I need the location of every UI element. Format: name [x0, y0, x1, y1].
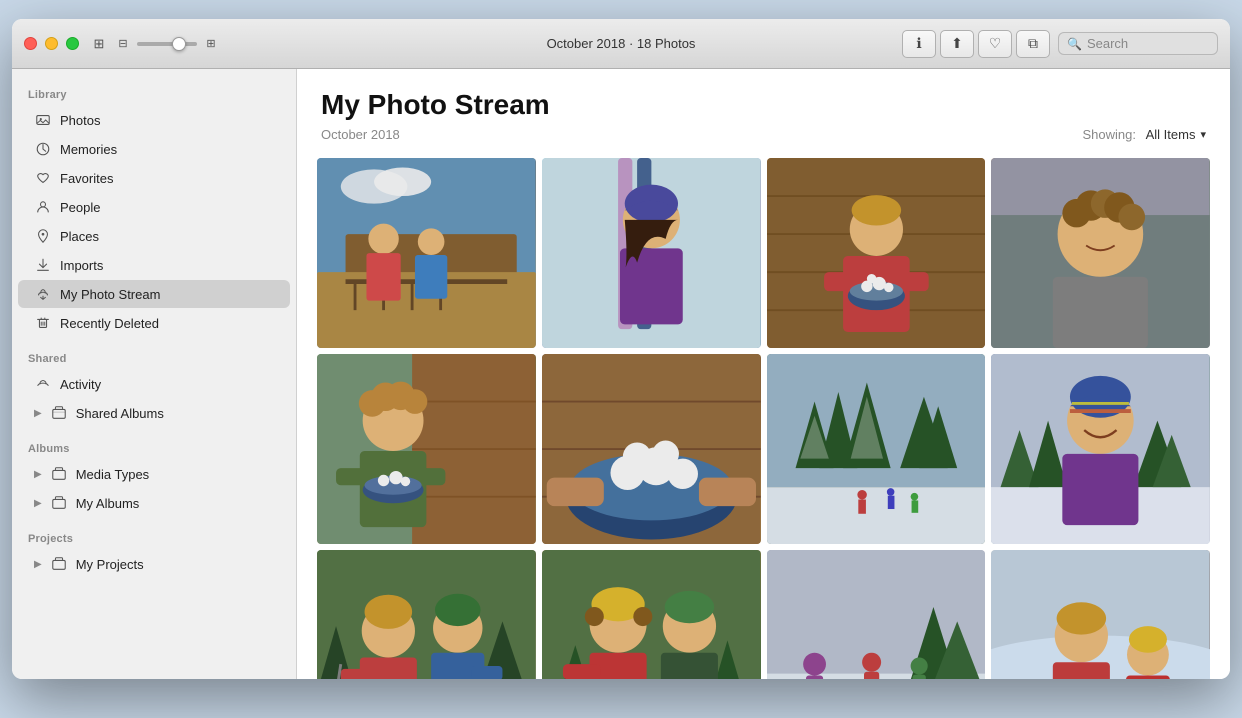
shared-albums-chevron: ▶ [34, 408, 42, 419]
favorites-icon [34, 169, 52, 187]
sidebar: Library Photos Memories Favorites [12, 69, 297, 679]
shared-albums-icon [50, 404, 68, 422]
sidebar-item-recently-deleted[interactable]: Recently Deleted [18, 309, 290, 337]
trash-icon [34, 314, 52, 332]
search-bar[interactable]: 🔍 Search [1058, 32, 1218, 55]
projects-section-label: Projects [12, 525, 296, 549]
my-albums-chevron: ▶ [34, 498, 42, 509]
memories-icon [34, 140, 52, 158]
photo-stream-icon [34, 285, 52, 303]
showing-control[interactable]: Showing: All Items ▾ [1083, 127, 1206, 142]
titlebar: ⊞ ⊟ ⊞ October 2018 · 18 Photos ℹ ⬆ ♡ ⧉ [12, 19, 1230, 69]
slideshow-icon: ⧉ [1028, 35, 1038, 52]
photo-1[interactable] [317, 158, 536, 348]
activity-icon [34, 375, 52, 393]
imports-icon [34, 256, 52, 274]
my-projects-chevron: ▶ [34, 559, 42, 570]
albums-section-label: Albums [12, 435, 296, 459]
sidebar-item-memories[interactable]: Memories [18, 135, 290, 163]
places-icon [34, 227, 52, 245]
minimize-button[interactable] [45, 37, 58, 50]
search-icon: 🔍 [1067, 37, 1082, 51]
main-header: My Photo Stream October 2018 Showing: Al… [297, 69, 1230, 154]
media-types-label: Media Types [76, 467, 274, 482]
date-subtitle: October 2018 [321, 127, 400, 142]
photo-3[interactable] [767, 158, 986, 348]
photo-11[interactable] [767, 550, 986, 679]
photos-icon [34, 111, 52, 129]
media-types-icon [50, 465, 68, 483]
slideshow-button[interactable]: ⧉ [1016, 30, 1050, 58]
activity-label: Activity [60, 377, 274, 392]
people-label: People [60, 200, 274, 215]
page-title: My Photo Stream [321, 89, 1206, 121]
sidebar-item-my-photo-stream[interactable]: My Photo Stream [18, 280, 290, 308]
photos-label: Photos [60, 113, 274, 128]
window-title: October 2018 · 18 Photos [547, 36, 696, 51]
info-button[interactable]: ℹ [902, 30, 936, 58]
sidebar-item-people[interactable]: People [18, 193, 290, 221]
sidebar-item-media-types[interactable]: ▶ Media Types [18, 460, 290, 488]
main-panel: My Photo Stream October 2018 Showing: Al… [297, 69, 1230, 679]
imports-label: Imports [60, 258, 274, 273]
sidebar-item-imports[interactable]: Imports [18, 251, 290, 279]
favorite-button[interactable]: ♡ [978, 30, 1012, 58]
memories-label: Memories [60, 142, 274, 157]
photo-6[interactable] [542, 354, 761, 544]
showing-label: Showing: [1083, 127, 1136, 142]
zoom-out-icon[interactable]: ⊟ [113, 34, 133, 54]
showing-chevron-icon: ▾ [1200, 128, 1206, 141]
photo-2[interactable] [542, 158, 761, 348]
app-window: ⊞ ⊟ ⊞ October 2018 · 18 Photos ℹ ⬆ ♡ ⧉ [12, 19, 1230, 679]
fullscreen-button[interactable] [66, 37, 79, 50]
content-area: Library Photos Memories Favorites [12, 69, 1230, 679]
showing-spacer [1139, 127, 1143, 142]
sidebar-item-photos[interactable]: Photos [18, 106, 290, 134]
sidebar-item-favorites[interactable]: Favorites [18, 164, 290, 192]
photo-5[interactable] [317, 354, 536, 544]
recently-deleted-label: Recently Deleted [60, 316, 274, 331]
people-icon [34, 198, 52, 216]
library-section-label: Library [12, 81, 296, 105]
photo-grid [297, 154, 1230, 679]
sidebar-toggle-icon[interactable]: ⊞ [89, 34, 109, 54]
close-button[interactable] [24, 37, 37, 50]
photo-9[interactable] [317, 550, 536, 679]
sidebar-item-my-projects[interactable]: ▶ My Projects [18, 550, 290, 578]
photo-8[interactable] [991, 354, 1210, 544]
sidebar-toggle-controls: ⊞ [89, 34, 109, 54]
share-icon: ⬆ [951, 35, 963, 52]
favorites-label: Favorites [60, 171, 274, 186]
my-albums-label: My Albums [76, 496, 274, 511]
info-icon: ℹ [916, 35, 921, 52]
my-albums-icon [50, 494, 68, 512]
my-projects-label: My Projects [76, 557, 274, 572]
titlebar-right-controls: ℹ ⬆ ♡ ⧉ 🔍 Search [902, 30, 1218, 58]
photo-10[interactable] [542, 550, 761, 679]
places-label: Places [60, 229, 274, 244]
traffic-lights [24, 37, 79, 50]
shared-albums-label: Shared Albums [76, 406, 274, 421]
sidebar-item-activity[interactable]: Activity [18, 370, 290, 398]
sidebar-item-my-albums[interactable]: ▶ My Albums [18, 489, 290, 517]
my-photo-stream-label: My Photo Stream [60, 287, 274, 302]
zoom-in-icon[interactable]: ⊞ [201, 34, 221, 54]
photo-4[interactable] [991, 158, 1210, 348]
sidebar-item-places[interactable]: Places [18, 222, 290, 250]
media-types-chevron: ▶ [34, 469, 42, 480]
photo-12[interactable] [991, 550, 1210, 679]
share-button[interactable]: ⬆ [940, 30, 974, 58]
my-projects-icon [50, 555, 68, 573]
heart-icon: ♡ [989, 35, 1002, 52]
subtitle-row: October 2018 Showing: All Items ▾ [321, 127, 1206, 142]
search-placeholder: Search [1087, 36, 1128, 51]
sidebar-item-shared-albums[interactable]: ▶ Shared Albums [18, 399, 290, 427]
zoom-track [137, 42, 197, 46]
zoom-slider-container: ⊟ ⊞ [113, 34, 221, 54]
shared-section-label: Shared [12, 345, 296, 369]
showing-value: All Items [1146, 127, 1196, 142]
photo-7[interactable] [767, 354, 986, 544]
zoom-thumb[interactable] [172, 37, 186, 51]
